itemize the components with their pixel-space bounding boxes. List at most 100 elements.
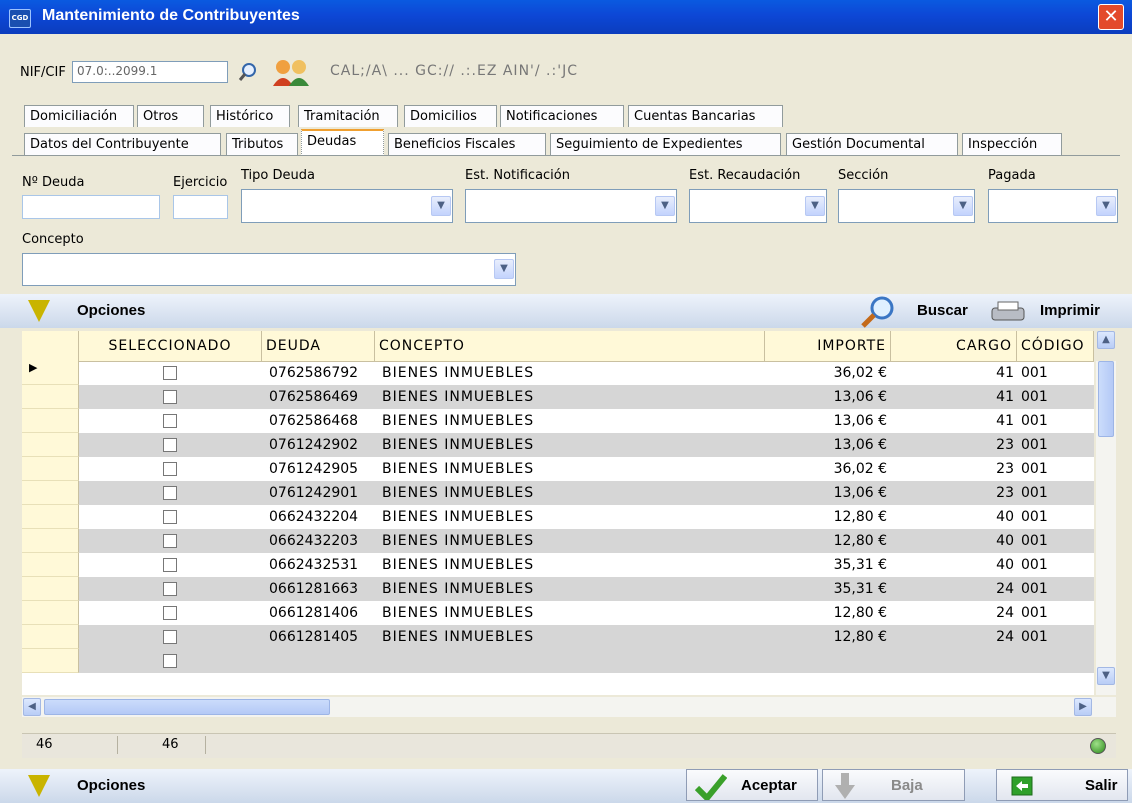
row-header[interactable]	[22, 529, 79, 553]
row-header[interactable]	[22, 553, 79, 577]
search-button[interactable]: Buscar	[917, 302, 968, 319]
row-header[interactable]: ▶	[22, 361, 79, 385]
tab-domiciliacion[interactable]: Domiciliación	[24, 105, 134, 127]
table-row[interactable]: 0662432203 BIENES INMUEBLES 12,80 € 40 001	[22, 529, 1094, 553]
table-row[interactable]: 0662432204 BIENES INMUEBLES 12,80 € 40 001	[22, 505, 1094, 529]
scroll-up-icon[interactable]: ▲	[1097, 331, 1115, 349]
select-checkbox[interactable]	[163, 606, 177, 620]
ejercicio-input[interactable]	[173, 195, 228, 219]
horizontal-scroll-thumb[interactable]	[44, 699, 330, 715]
col-cargo[interactable]: CARGO	[891, 331, 1017, 361]
options-label[interactable]: Opciones	[77, 302, 145, 319]
horizontal-scrollbar[interactable]: ◀ ▶	[22, 697, 1116, 717]
n-deuda-label: Nº Deuda	[22, 175, 85, 190]
scroll-right-icon[interactable]: ▶	[1074, 698, 1092, 716]
col-codigo[interactable]: CÓDIGO	[1017, 331, 1094, 361]
vertical-scroll-thumb[interactable]	[1098, 361, 1114, 437]
print-button[interactable]: Imprimir	[1040, 302, 1100, 319]
chevron-down-icon[interactable]: ▼	[1096, 196, 1116, 216]
select-checkbox[interactable]	[163, 558, 177, 572]
cell-concepto: BIENES INMUEBLES	[382, 509, 535, 525]
aceptar-label: Aceptar	[741, 777, 797, 794]
select-checkbox[interactable]	[163, 534, 177, 548]
table-row[interactable]: 0661281663 BIENES INMUEBLES 35,31 € 24 001	[22, 577, 1094, 601]
pagada-select[interactable]: ▼	[988, 189, 1118, 223]
table-row[interactable]: 0662432531 BIENES INMUEBLES 35,31 € 40 001	[22, 553, 1094, 577]
chevron-down-icon[interactable]: ▼	[494, 259, 514, 279]
aceptar-button[interactable]: Aceptar	[686, 769, 818, 801]
tab-domicilios[interactable]: Domicilios	[404, 105, 497, 127]
row-header[interactable]	[22, 457, 79, 481]
select-checkbox[interactable]	[163, 438, 177, 452]
chevron-down-icon[interactable]: ▼	[805, 196, 825, 216]
n-deuda-input[interactable]	[22, 195, 160, 219]
select-checkbox[interactable]	[163, 582, 177, 596]
table-row[interactable]: 0762586468 BIENES INMUEBLES 13,06 € 41 001	[22, 409, 1094, 433]
seccion-select[interactable]: ▼	[838, 189, 975, 223]
row-header[interactable]	[22, 433, 79, 457]
nif-input[interactable]: 07.0:..2099.1	[72, 61, 228, 83]
scroll-left-icon[interactable]: ◀	[23, 698, 41, 716]
vertical-scrollbar[interactable]: ▲ ▼	[1096, 331, 1116, 695]
est-recaudacion-select[interactable]: ▼	[689, 189, 827, 223]
tab-datos-contribuyente[interactable]: Datos del Contribuyente	[24, 133, 221, 155]
row-header[interactable]	[22, 481, 79, 505]
select-checkbox[interactable]	[163, 630, 177, 644]
chevron-down-icon[interactable]: ▼	[953, 196, 973, 216]
col-seleccionado[interactable]: SELECCIONADO	[79, 331, 262, 361]
tab-cuentas-bancarias[interactable]: Cuentas Bancarias	[628, 105, 783, 127]
table-row[interactable]: 0661281405 BIENES INMUEBLES 12,80 € 24 001	[22, 625, 1094, 649]
select-checkbox[interactable]	[163, 414, 177, 428]
tab-beneficios-fiscales[interactable]: Beneficios Fiscales	[388, 133, 546, 155]
baja-button[interactable]: Baja	[822, 769, 965, 801]
table-row[interactable]: 0761242902 BIENES INMUEBLES 13,06 € 23 001	[22, 433, 1094, 457]
options-toggle-icon[interactable]	[28, 775, 50, 797]
select-checkbox[interactable]	[163, 462, 177, 476]
cell-deuda: 0661281405	[269, 629, 359, 645]
tab-otros[interactable]: Otros	[137, 105, 204, 127]
select-checkbox[interactable]	[163, 654, 177, 668]
salir-button[interactable]: Salir	[996, 769, 1128, 801]
tab-historico[interactable]: Histórico	[210, 105, 290, 127]
select-checkbox[interactable]	[163, 510, 177, 524]
select-checkbox[interactable]	[163, 486, 177, 500]
table-row[interactable]	[22, 649, 1094, 673]
col-importe[interactable]: IMPORTE	[765, 331, 891, 361]
row-header[interactable]	[22, 625, 79, 649]
close-button[interactable]: ✕	[1098, 4, 1124, 30]
select-checkbox[interactable]	[163, 366, 177, 380]
table-row[interactable]: 0661281406 BIENES INMUEBLES 12,80 € 24 001	[22, 601, 1094, 625]
table-row[interactable]: 0761242901 BIENES INMUEBLES 13,06 € 23 001	[22, 481, 1094, 505]
table-row[interactable]: 0761242905 BIENES INMUEBLES 36,02 € 23 001	[22, 457, 1094, 481]
window-title: Mantenimiento de Contribuyentes	[42, 7, 300, 24]
search-icon[interactable]	[237, 61, 259, 83]
scroll-down-icon[interactable]: ▼	[1097, 667, 1115, 685]
table-row[interactable]: 0762586469 BIENES INMUEBLES 13,06 € 41 001	[22, 385, 1094, 409]
row-header[interactable]	[22, 385, 79, 409]
concepto-select[interactable]: ▼	[22, 253, 516, 286]
col-concepto[interactable]: CONCEPTO	[375, 331, 765, 361]
row-header[interactable]	[22, 577, 79, 601]
row-header[interactable]	[22, 409, 79, 433]
chevron-down-icon[interactable]: ▼	[655, 196, 675, 216]
col-deuda[interactable]: DEUDA	[262, 331, 375, 361]
tab-tramitacion[interactable]: Tramitación	[298, 105, 398, 127]
row-header[interactable]	[22, 505, 79, 529]
tab-inspeccion[interactable]: Inspección	[962, 133, 1062, 155]
row-header[interactable]	[22, 649, 79, 673]
search-icon[interactable]	[858, 296, 898, 328]
options-toggle-icon[interactable]	[28, 300, 50, 322]
table-row[interactable]: ▶ 0762586792 BIENES INMUEBLES 36,02 € 41 001	[22, 361, 1094, 385]
select-checkbox[interactable]	[163, 390, 177, 404]
tipo-deuda-select[interactable]: ▼	[241, 189, 453, 223]
tab-deudas[interactable]: Deudas	[301, 129, 384, 156]
tab-notificaciones[interactable]: Notificaciones	[500, 105, 624, 127]
footer-options-label[interactable]: Opciones	[77, 777, 145, 794]
row-header[interactable]	[22, 601, 79, 625]
tab-seguimiento-expedientes[interactable]: Seguimiento de Expedientes	[550, 133, 781, 155]
tab-gestion-documental[interactable]: Gestión Documental	[786, 133, 958, 155]
tab-tributos[interactable]: Tributos	[226, 133, 298, 155]
printer-icon[interactable]	[990, 300, 1026, 324]
chevron-down-icon[interactable]: ▼	[431, 196, 451, 216]
est-notificacion-select[interactable]: ▼	[465, 189, 677, 223]
